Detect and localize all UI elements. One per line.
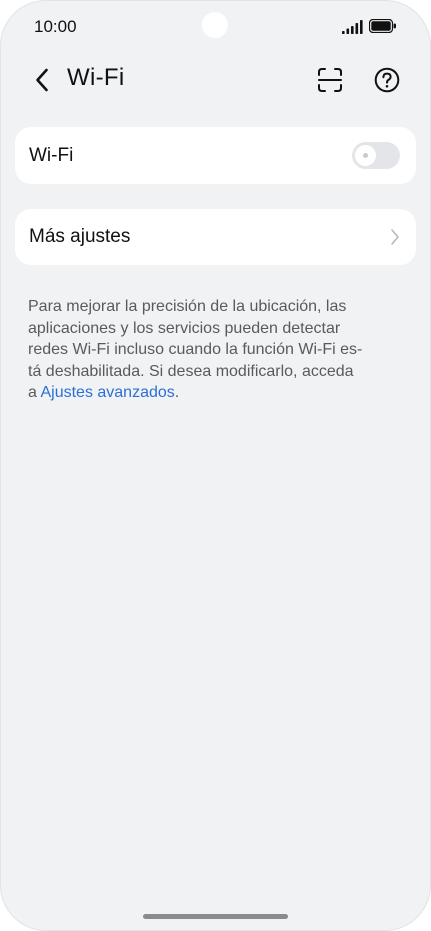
description-line: tá deshabilitada. Si desea modificarlo, …	[28, 362, 354, 380]
toggle-dot	[363, 153, 368, 158]
wifi-card: Wi-Fi	[15, 127, 416, 184]
more-settings-label: Más ajustes	[29, 226, 131, 247]
status-time: 10:00	[34, 17, 77, 36]
back-button[interactable]	[30, 66, 54, 94]
wifi-toggle[interactable]	[352, 142, 400, 169]
page-title: Wi-Fi	[67, 64, 125, 91]
description-suffix: .	[174, 384, 180, 401]
front-camera	[202, 12, 228, 38]
chevron-left-icon	[36, 68, 48, 92]
advanced-settings-link[interactable]: Ajustes avanzados	[40, 384, 174, 401]
home-indicator[interactable]	[143, 914, 288, 919]
wifi-label: Wi-Fi	[29, 144, 74, 166]
description-line: Para mejorar la precisión de la ubicació…	[28, 298, 347, 315]
phone-screen: 10:00 Wi-Fi Wi-Fi Más ajustes Para mejor…	[0, 0, 431, 931]
battery-icon	[369, 19, 396, 33]
top-app-bar: Wi-Fi	[0, 54, 431, 106]
help-circle-icon[interactable]	[374, 67, 400, 93]
signal-icon	[342, 20, 363, 34]
toggle-knob	[355, 145, 376, 166]
scan-icon[interactable]	[317, 67, 343, 93]
description-line: aplicaciones y los servicios pueden dete…	[28, 319, 341, 337]
status-bar: 10:00	[0, 0, 431, 54]
more-settings-item[interactable]: Más ajustes	[15, 209, 416, 265]
chevron-right-icon	[391, 229, 399, 245]
description-line: a Ajustes avanzados.	[28, 382, 398, 404]
description-prefix: a	[28, 384, 41, 401]
description-line: redes Wi-Fi incluso cuando la función Wi…	[28, 341, 363, 358]
wifi-scanning-description: Para mejorar la precisión de la ubicació…	[28, 296, 398, 404]
